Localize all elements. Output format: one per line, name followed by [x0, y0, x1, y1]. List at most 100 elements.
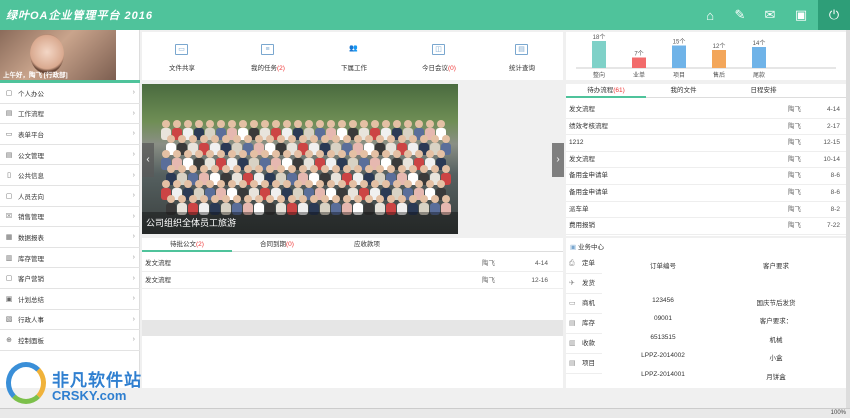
chart-bar[interactable]	[632, 57, 646, 69]
quick-count: (0)	[448, 65, 456, 72]
sidebar-item[interactable]: ⊕ 控制面板 ›	[0, 330, 140, 351]
photo-slider[interactable]: 公司组织全体员工旅游	[142, 84, 458, 234]
photo-person	[321, 195, 329, 203]
chart-bar[interactable]	[672, 45, 686, 69]
mail-icon[interactable]: ✉	[755, 0, 785, 30]
chart-bar[interactable]	[592, 41, 606, 68]
biz-side-order[interactable]: ⎙ 定单	[566, 254, 602, 274]
order-no-cell: 123456	[652, 296, 674, 304]
task-row[interactable]: 备用金申请单 陶飞 8-6	[566, 185, 846, 202]
quick-statistics[interactable]: ▤ 统计查询	[482, 32, 562, 80]
slider-prev-button[interactable]: ‹	[142, 143, 154, 177]
sidebar-item[interactable]: ▯ 公共信息 ›	[0, 165, 140, 186]
power-icon[interactable]: ⏻	[818, 0, 850, 30]
tab-schedule[interactable]: 日程安排	[721, 84, 806, 98]
chart-bar[interactable]	[752, 47, 766, 68]
photo-person	[343, 165, 351, 173]
watermark-icon	[6, 362, 46, 404]
chevron-right-icon: ›	[132, 109, 135, 117]
chevron-right-icon: ›	[132, 192, 135, 200]
biz-side-payment[interactable]: ▥ 收款	[566, 334, 602, 354]
photo-person	[332, 195, 340, 203]
photo-person	[299, 135, 307, 143]
task-title: 费用报销	[569, 222, 595, 230]
biz-side-ship[interactable]: ✈ 发货	[566, 274, 602, 294]
tab-contract-expiry[interactable]: 合同到期(0)	[232, 238, 322, 252]
biz-side-label: 项目	[582, 360, 595, 367]
business-icon: ▣	[570, 244, 578, 251]
task-row[interactable]: 派车单 陶飞 8-2	[566, 202, 846, 219]
business-center: ▣ 业务中心 订单编号 客户要求 ⎙ 定单 ✈ 发货 ▭ 商机 ▤ 库存 ▥ 收款 ▤ 项目 1234…	[566, 238, 846, 388]
photo-person	[250, 150, 258, 158]
sidebar-item-label: 库存管理	[18, 255, 44, 263]
photo-person	[222, 135, 230, 143]
scrollbar[interactable]	[846, 30, 850, 408]
task-row[interactable]: 1212 陶飞 12-15	[566, 135, 846, 152]
photo-person	[277, 195, 285, 203]
quick-my-tasks[interactable]: ≡ 我的任务(2)	[228, 32, 308, 80]
doc-title: 发文流程	[145, 260, 171, 267]
sidebar-item-label: 人员去向	[18, 193, 44, 201]
tab-my-files[interactable]: 我的文件	[646, 84, 721, 98]
sidebar-item[interactable]: ▤ 公文管理 ›	[0, 145, 140, 166]
task-row[interactable]: 绩效考核流程 陶飞 2-17	[566, 119, 846, 136]
photo-person	[305, 120, 313, 128]
task-row[interactable]: 发文流程 陶飞 10-14	[566, 152, 846, 169]
doc-row[interactable]: 发文流程 陶飞 4-14	[142, 255, 563, 272]
sidebar-item[interactable]: ▧ 行政人事 ›	[0, 310, 140, 331]
meeting-icon: ◫	[432, 44, 445, 55]
biz-side-project[interactable]: ▤ 项目	[566, 354, 602, 374]
tab-pending-docs[interactable]: 待批公文(2)	[142, 238, 232, 252]
contact-card-icon[interactable]: ▣	[786, 0, 816, 30]
edit-icon[interactable]: ✎	[725, 0, 755, 30]
chart-data-label: 14个	[753, 40, 766, 47]
sidebar-item[interactable]: ▤ 工作流程 ›	[0, 104, 140, 125]
quick-file-share[interactable]: ▭ 文件共享	[142, 32, 222, 80]
photo-person	[206, 180, 214, 188]
task-title: 派车单	[569, 205, 589, 213]
tab-label: 待批公文	[170, 241, 197, 248]
slider-next-button[interactable]: ›	[552, 143, 564, 177]
tab-pending-flow[interactable]: 待办流程(61)	[566, 84, 646, 98]
photo-person	[398, 195, 406, 203]
tab-count: (2)	[196, 241, 204, 248]
photo-person	[200, 165, 208, 173]
info-icon: ▯	[7, 172, 11, 180]
doc-row[interactable]: 发文流程 陶飞 12-16	[142, 272, 563, 289]
biz-side-stock[interactable]: ▤ 库存	[566, 314, 602, 334]
quick-today-meeting[interactable]: ◫ 今日会议(0)	[399, 32, 479, 80]
sidebar-item[interactable]: ▢ 个人办公 ›	[0, 83, 140, 104]
task-row[interactable]: 发文流程 陶飞 4-14	[566, 102, 846, 119]
chevron-right-icon: ›	[132, 212, 135, 220]
task-row[interactable]: 费用报销 陶飞 7-22	[566, 218, 846, 235]
sidebar-item[interactable]: ▦ 数据报表 ›	[0, 227, 140, 248]
photo-person	[393, 180, 401, 188]
sidebar-item[interactable]: ▭ 表单平台 ›	[0, 124, 140, 145]
photo-person	[376, 195, 384, 203]
biz-side-opportunity[interactable]: ▭ 商机	[566, 294, 602, 314]
photo-person	[431, 135, 439, 143]
photo-person	[420, 135, 428, 143]
task-row[interactable]: 备用金申请单 陶飞 8-6	[566, 168, 846, 185]
photo-person	[415, 180, 423, 188]
photo-person	[250, 120, 258, 128]
photo-person	[393, 150, 401, 158]
doc-date: 4-14	[534, 260, 548, 267]
task-user: 陶飞	[788, 122, 801, 130]
sidebar-item[interactable]: ▣ 计划总结 ›	[0, 289, 140, 310]
photo-person	[288, 165, 296, 173]
sidebar-item[interactable]: ☒ 销售管理 ›	[0, 207, 140, 228]
sidebar-item[interactable]: ▥ 库存管理 ›	[0, 248, 140, 269]
home-icon[interactable]: ⌂	[695, 0, 725, 30]
photo-person	[382, 180, 390, 188]
sidebar-item[interactable]: ▢ 客户营销 ›	[0, 268, 140, 289]
quick-subordinate-work[interactable]: 👥 下属工作	[314, 32, 394, 80]
photo-person	[387, 165, 395, 173]
sidebar-item-label: 行政人事	[18, 317, 44, 325]
sidebar-item[interactable]: ▢ 人员去向 ›	[0, 186, 140, 207]
zoom-level[interactable]: 100%	[831, 410, 846, 416]
photo-person	[244, 195, 252, 203]
chart-bar[interactable]	[712, 50, 726, 68]
photo-person	[442, 165, 450, 173]
tab-receivables[interactable]: 应收款项	[322, 238, 412, 252]
